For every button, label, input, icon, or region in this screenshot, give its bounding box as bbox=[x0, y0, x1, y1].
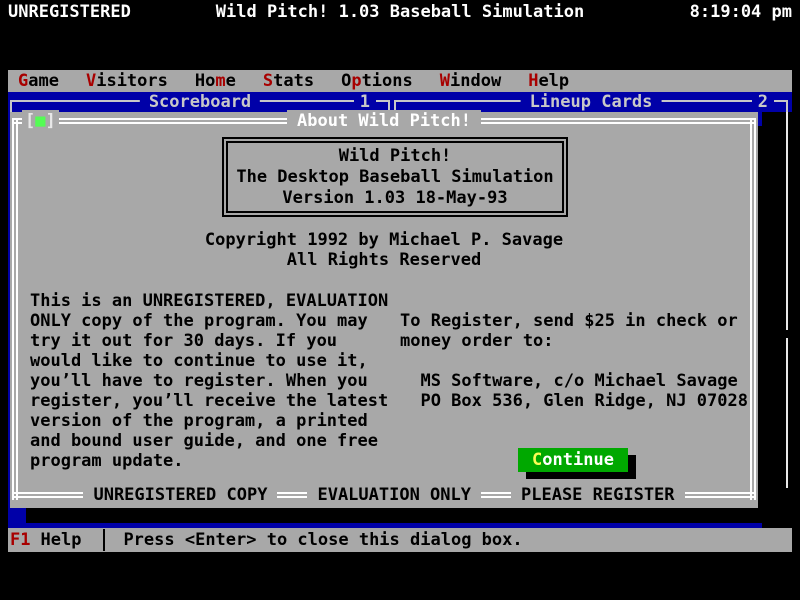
window-title-lineup-cards: Lineup Cards bbox=[521, 92, 662, 112]
menu-item-options[interactable]: Options bbox=[341, 70, 413, 92]
status-bar: F1 Help Press <Enter> to close this dial… bbox=[8, 528, 792, 552]
dialog-footer-badges: UNREGISTERED COPY EVALUATION ONLY PLEASE… bbox=[12, 485, 756, 506]
copyright-line: Copyright 1992 by Michael P. Savage bbox=[10, 230, 758, 250]
window-number-lineup-cards: 2 bbox=[752, 92, 774, 112]
register-line: money order to: bbox=[400, 331, 748, 351]
menu-stats-post: tats bbox=[273, 71, 314, 91]
continue-label: ontinue bbox=[542, 450, 614, 470]
menu-help-hotkey: H bbox=[528, 71, 538, 91]
menu-home-post: e bbox=[226, 71, 236, 91]
notice-line: would like to continue to use it, bbox=[30, 351, 388, 371]
menu-item-stats[interactable]: Stats bbox=[263, 70, 314, 92]
program-name: Wild Pitch! bbox=[228, 146, 562, 167]
notice-line: version of the program, a printed bbox=[30, 411, 388, 431]
help-label[interactable]: Help bbox=[40, 528, 81, 552]
badge-unregistered-copy: UNREGISTERED COPY bbox=[83, 485, 277, 506]
menu-bar: Game Visitors Home Stats Options Window … bbox=[8, 70, 792, 92]
menu-item-home[interactable]: Home bbox=[195, 70, 236, 92]
menu-visitors-hotkey: V bbox=[86, 71, 96, 91]
notice-line: and bound user guide, and one free bbox=[30, 431, 388, 451]
menu-visitors-post: isitors bbox=[96, 71, 168, 91]
window-frame-line bbox=[786, 112, 788, 330]
register-address-line: PO Box 536, Glen Ridge, NJ 07028 bbox=[400, 391, 748, 411]
program-version: Version 1.03 18-May-93 bbox=[228, 188, 562, 209]
window-frame-line bbox=[786, 338, 788, 488]
notice-line: ONLY copy of the program. You may bbox=[30, 311, 388, 331]
registration-status: UNREGISTERED bbox=[8, 0, 216, 24]
copyright-block: Copyright 1992 by Michael P. Savage All … bbox=[10, 230, 758, 270]
title-bar: UNREGISTERED Wild Pitch! 1.03 Baseball S… bbox=[0, 0, 800, 24]
clock: 8:19:04 pm bbox=[584, 0, 792, 24]
window-number-scoreboard: 1 bbox=[354, 92, 376, 112]
notice-line: you’ll have to register. When you bbox=[30, 371, 388, 391]
menu-help-post: elp bbox=[538, 71, 569, 91]
app-title: Wild Pitch! 1.03 Baseball Simulation bbox=[216, 0, 584, 24]
notice-line: This is an UNREGISTERED, EVALUATION bbox=[30, 291, 388, 311]
status-separator bbox=[103, 529, 105, 551]
program-info-box: Wild Pitch! The Desktop Baseball Simulat… bbox=[222, 137, 568, 217]
f1-key-label[interactable]: F1 bbox=[10, 528, 30, 552]
continue-button[interactable]: Continue bbox=[518, 448, 628, 472]
continue-hotkey: C bbox=[532, 450, 542, 470]
menu-item-game[interactable]: Game bbox=[18, 70, 59, 92]
menu-home-pre: Ho bbox=[195, 71, 215, 91]
window-frame-corner bbox=[786, 100, 788, 112]
register-line bbox=[400, 351, 748, 371]
close-icon: ■ bbox=[35, 111, 45, 131]
badge-please-register: PLEASE REGISTER bbox=[511, 485, 685, 506]
window-frame-corner bbox=[10, 100, 12, 112]
menu-home-hotkey: m bbox=[215, 71, 225, 91]
menu-item-window[interactable]: Window bbox=[440, 70, 501, 92]
evaluation-notice: This is an UNREGISTERED, EVALUATION ONLY… bbox=[30, 291, 388, 471]
register-line: To Register, send $25 in check or bbox=[400, 311, 748, 331]
dos-screen: { "titlebar": { "left": "UNREGISTERED", … bbox=[0, 0, 800, 600]
continue-button-area: Continue bbox=[518, 448, 636, 479]
menu-options-pre: O bbox=[341, 71, 351, 91]
menu-window-post: indow bbox=[450, 71, 501, 91]
notice-line: register, you’ll receive the latest bbox=[30, 391, 388, 411]
menu-item-help[interactable]: Help bbox=[528, 70, 569, 92]
program-tagline: The Desktop Baseball Simulation bbox=[228, 167, 562, 188]
window-scoreboard-titlebar[interactable]: Scoreboard 1 bbox=[10, 92, 390, 112]
notice-line: program update. bbox=[30, 451, 388, 471]
menu-window-hotkey: W bbox=[440, 71, 450, 91]
dialog-frame-left bbox=[12, 120, 18, 500]
notice-line: try it out for 30 days. If you bbox=[30, 331, 388, 351]
menu-options-post: tions bbox=[362, 71, 413, 91]
menu-item-visitors[interactable]: Visitors bbox=[86, 70, 168, 92]
registration-info: To Register, send $25 in check or money … bbox=[400, 311, 748, 411]
menu-game-hotkey: G bbox=[18, 71, 28, 91]
menu-stats-hotkey: S bbox=[263, 71, 273, 91]
badge-evaluation-only: EVALUATION ONLY bbox=[307, 485, 481, 506]
dialog-title: About Wild Pitch! bbox=[287, 110, 481, 132]
window-lineup-cards-titlebar[interactable]: Lineup Cards 2 bbox=[394, 92, 788, 112]
about-dialog: [■] About Wild Pitch! Wild Pitch! The De… bbox=[10, 112, 758, 508]
close-button[interactable]: [■] bbox=[22, 110, 59, 132]
status-message: Press <Enter> to close this dialog box. bbox=[123, 528, 522, 552]
rights-line: All Rights Reserved bbox=[10, 250, 758, 270]
register-address-line: MS Software, c/o Michael Savage bbox=[400, 371, 748, 391]
dialog-frame-right bbox=[750, 120, 756, 500]
menu-options-hotkey: p bbox=[351, 71, 361, 91]
menu-game-post: ame bbox=[28, 71, 59, 91]
window-title-scoreboard: Scoreboard bbox=[140, 92, 260, 112]
